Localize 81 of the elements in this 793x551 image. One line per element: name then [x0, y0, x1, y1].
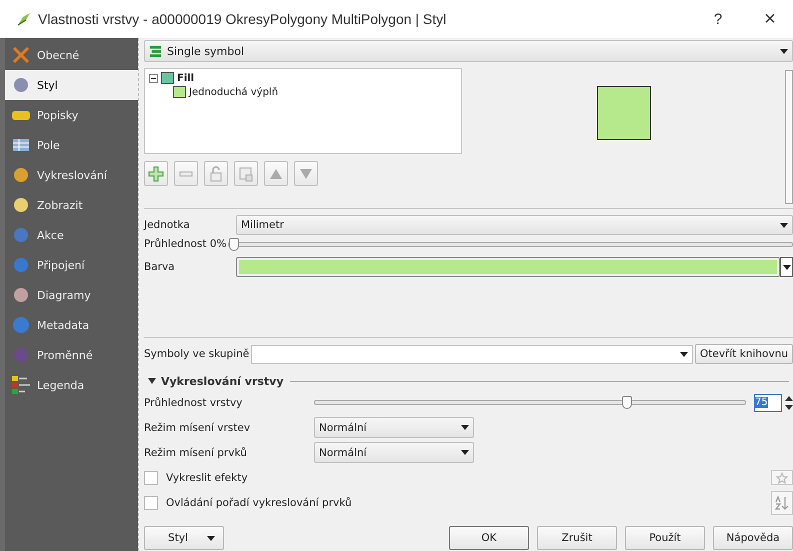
checkbox[interactable]	[144, 470, 158, 484]
sidebar-item[interactable]: Zobrazit	[5, 190, 138, 220]
sidebar-item[interactable]: Popisky	[5, 100, 138, 130]
caret-icon	[461, 450, 469, 455]
duplicate-button[interactable]	[234, 161, 258, 186]
slider-thumb[interactable]	[229, 238, 240, 250]
category-icon	[11, 285, 31, 305]
effects-button[interactable]	[771, 470, 793, 485]
caret-icon	[207, 536, 216, 540]
unit-dropdown[interactable]: Milimetr	[236, 215, 793, 235]
lock-button[interactable]	[204, 161, 228, 186]
field-label: Barva	[144, 261, 176, 273]
open-library-button[interactable]: Otevřít knihovnu	[695, 344, 793, 364]
caret-icon	[780, 48, 788, 54]
transparency-spinbox[interactable]: 75	[754, 394, 782, 412]
copy-icon	[238, 166, 254, 182]
category-icon	[11, 45, 31, 65]
category-icon	[11, 165, 31, 185]
move-down-button[interactable]	[294, 161, 318, 186]
spin-arrows-icon[interactable]	[785, 394, 793, 410]
blend-mode-dropdown[interactable]: Normální	[314, 442, 474, 463]
dialog-button[interactable]: Zrušit	[537, 526, 617, 550]
caret-icon	[780, 222, 788, 228]
help-button[interactable]: ?	[695, 4, 741, 34]
color-menu-button[interactable]	[780, 257, 793, 277]
app-icon	[16, 11, 32, 27]
sort-icon	[774, 494, 790, 510]
dialog-button[interactable]: Použít	[625, 526, 705, 550]
category-icon	[11, 225, 31, 245]
category-icon	[11, 375, 31, 395]
blend-mode-dropdown[interactable]: Normální	[314, 417, 474, 438]
sidebar-item[interactable]: Legenda	[5, 370, 138, 400]
sidebar-item[interactable]: Pole	[5, 130, 138, 160]
star-icon	[776, 472, 788, 484]
window-title: Vlastnosti vrstvy - a00000019 OkresyPolygony MultiPolygon | Styl	[38, 11, 446, 27]
sidebar-item[interactable]: Diagramy	[5, 280, 138, 310]
close-button[interactable]: ×	[747, 4, 793, 34]
sidebar-item[interactable]: Obecné	[5, 40, 138, 70]
style-menu-button[interactable]: Styl	[144, 526, 224, 550]
sidebar-item[interactable]: Připojení	[5, 250, 138, 280]
collapse-icon[interactable]	[149, 74, 158, 82]
field-label: Symboly ve skupině	[144, 348, 250, 360]
caret-icon	[461, 425, 469, 430]
category-icon	[11, 255, 31, 275]
add-button[interactable]	[144, 161, 168, 186]
group-dropdown[interactable]	[251, 344, 693, 364]
checkbox[interactable]	[144, 496, 158, 510]
scrollbar[interactable]	[785, 70, 793, 204]
remove-button[interactable]	[174, 161, 198, 186]
sort-order-button[interactable]	[771, 490, 793, 514]
sidebar-item[interactable]: Akce	[5, 220, 138, 250]
field-label: Průhlednost vrstvy	[144, 396, 244, 408]
category-icon	[11, 75, 31, 95]
plus-icon	[148, 166, 164, 182]
caret-icon	[680, 352, 688, 356]
ok-button[interactable]: OK	[449, 526, 529, 550]
checkbox-label: Vykreslit efekty	[166, 472, 248, 484]
sidebar-item[interactable]: Styl	[5, 70, 138, 100]
sidebar-item[interactable]: Metadata	[5, 310, 138, 340]
dialog-button[interactable]: Nápověda	[713, 526, 793, 550]
slider-thumb[interactable]	[622, 396, 632, 409]
lock-icon	[208, 166, 224, 182]
field-label: Průhlednost 0%	[144, 238, 226, 250]
section-header[interactable]: Vykreslování vrstvy	[148, 374, 284, 388]
tree-item[interactable]: Fill	[177, 72, 194, 84]
field-label: Režim mísení vrstev	[144, 422, 252, 434]
tree-item[interactable]: Jednoduchá výplň	[189, 86, 278, 98]
move-up-button[interactable]	[264, 161, 288, 186]
symbol-icon	[149, 44, 162, 58]
field-label: Režim mísení prvků	[144, 446, 248, 458]
sidebar-item[interactable]: Proměnné	[5, 340, 138, 370]
field-label: Jednotka	[144, 219, 191, 231]
sidebar-item[interactable]: Vykreslování	[5, 160, 138, 190]
collapse-triangle-icon	[148, 377, 156, 385]
caret-icon	[782, 264, 790, 270]
renderer-dropdown[interactable]: Single symbol	[144, 40, 793, 62]
category-icon	[11, 345, 31, 365]
category-icon	[11, 195, 31, 215]
category-icon	[11, 315, 31, 335]
color-button[interactable]	[236, 257, 780, 277]
checkbox-label: Ovládání pořadí vykreslování prvků	[166, 496, 352, 508]
